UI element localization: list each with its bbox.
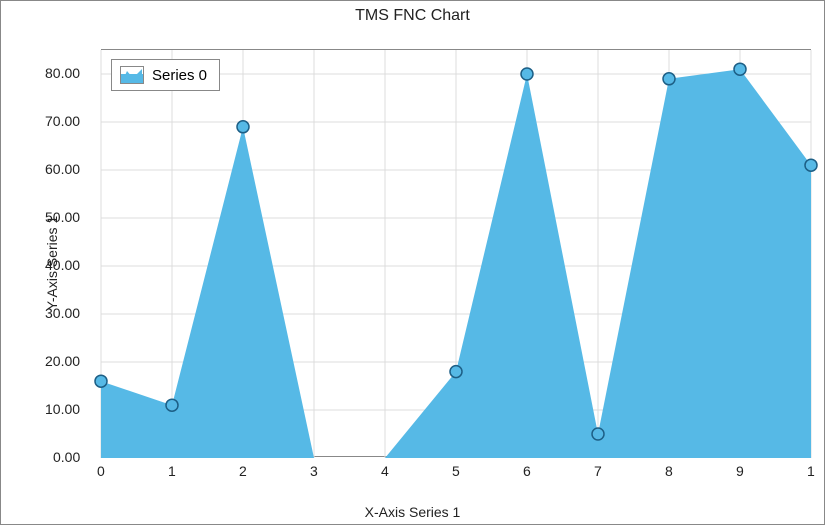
y-tick-0: 0.00 [53, 449, 80, 465]
x-axis-label: X-Axis Series 1 [1, 504, 824, 520]
x-tick-0: 0 [97, 463, 105, 479]
legend-swatch-area-icon [120, 66, 144, 84]
x-tick-7: 7 [594, 463, 602, 479]
chart-title: TMS FNC Chart [1, 7, 824, 25]
y-tick-40: 40.00 [45, 257, 80, 273]
data-point [166, 399, 178, 411]
x-tick-2: 2 [239, 463, 247, 479]
x-tick-5: 5 [452, 463, 460, 479]
y-tick-80: 80.00 [45, 65, 80, 81]
data-point [734, 63, 746, 75]
x-tick-10: 1 [807, 463, 815, 479]
chart-svg [101, 50, 811, 458]
y-tick-60: 60.00 [45, 161, 80, 177]
x-tick-8: 8 [665, 463, 673, 479]
x-tick-6: 6 [523, 463, 531, 479]
y-tick-50: 50.00 [45, 209, 80, 225]
data-point [663, 73, 675, 85]
y-tick-20: 20.00 [45, 353, 80, 369]
data-point [95, 375, 107, 387]
data-point [450, 366, 462, 378]
data-point [592, 428, 604, 440]
x-tick-4: 4 [381, 463, 389, 479]
legend: Series 0 [111, 59, 220, 91]
legend-label-series-0: Series 0 [152, 67, 207, 84]
chart-frame: TMS FNC Chart Y-Axis Series 1 X-Axis Ser… [0, 0, 825, 525]
y-tick-70: 70.00 [45, 113, 80, 129]
plot-area [101, 49, 811, 457]
y-tick-30: 30.00 [45, 305, 80, 321]
x-tick-1: 1 [168, 463, 176, 479]
data-point [237, 121, 249, 133]
data-point [521, 68, 533, 80]
data-point [805, 159, 817, 171]
x-tick-3: 3 [310, 463, 318, 479]
y-tick-10: 10.00 [45, 401, 80, 417]
x-tick-9: 9 [736, 463, 744, 479]
